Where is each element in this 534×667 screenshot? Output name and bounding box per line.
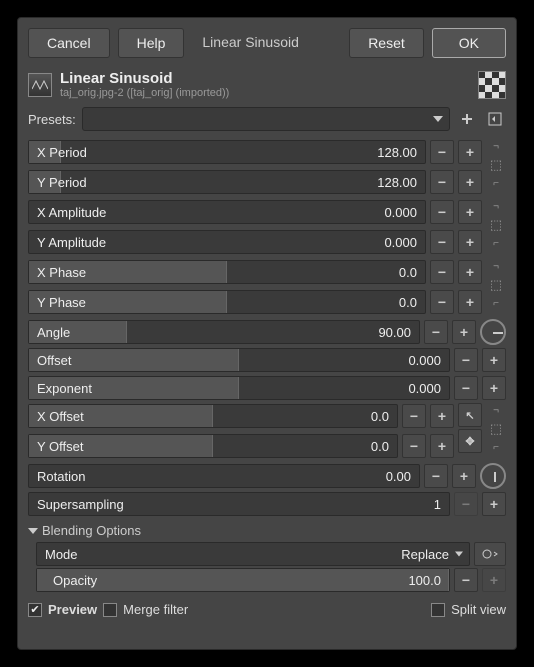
y-period-slider[interactable]: Y Period 128.00	[28, 170, 426, 194]
exponent-slider[interactable]: Exponent 0.000	[28, 376, 450, 400]
rotation-plus-button[interactable]: +	[452, 464, 476, 488]
y-period-minus-button[interactable]: −	[430, 170, 454, 194]
split-view-checkbox[interactable]	[431, 603, 445, 617]
filter-title: Linear Sinusoid	[60, 70, 229, 87]
x-offset-slider[interactable]: X Offset 0.0	[28, 404, 398, 428]
preview-thumbnail	[478, 71, 506, 99]
x-period-plus-button[interactable]: +	[458, 140, 482, 164]
target-image-label: taj_orig.jpg-2 ([taj_orig] (imported))	[60, 87, 229, 99]
exponent-plus-button[interactable]: +	[482, 376, 506, 400]
preview-checkbox[interactable]: ✔	[28, 603, 42, 617]
header: Linear Sinusoid taj_orig.jpg-2 ([taj_ori…	[28, 70, 506, 99]
presets-dropdown[interactable]	[82, 107, 450, 131]
cancel-button[interactable]: Cancel	[28, 28, 110, 58]
rotation-minus-button[interactable]: −	[424, 464, 448, 488]
help-button[interactable]: Help	[118, 28, 185, 58]
supersampling-minus-button: −	[454, 492, 478, 516]
y-amplitude-plus-button[interactable]: +	[458, 230, 482, 254]
phase-link-icon[interactable]: ¬⬚⌐	[486, 259, 506, 311]
x-amplitude-slider[interactable]: X Amplitude 0.000	[28, 200, 426, 224]
blending-section: Blending Options Mode Replace Opacity 10…	[28, 523, 506, 592]
amplitude-link-icon[interactable]: ¬⬚⌐	[486, 199, 506, 251]
y-offset-plus-button[interactable]: +	[430, 434, 454, 458]
supersampling-slider[interactable]: Supersampling 1	[28, 492, 450, 516]
presets-row: Presets:	[28, 107, 506, 131]
rotation-dial[interactable]	[480, 463, 506, 489]
offset-link-icon[interactable]: ¬⬚⌐	[486, 403, 506, 455]
x-period-minus-button[interactable]: −	[430, 140, 454, 164]
exponent-minus-button[interactable]: −	[454, 376, 478, 400]
angle-plus-button[interactable]: +	[452, 320, 476, 344]
x-amplitude-plus-button[interactable]: +	[458, 200, 482, 224]
blending-toggle[interactable]: Blending Options	[28, 523, 506, 538]
y-offset-minus-button[interactable]: −	[402, 434, 426, 458]
presets-label: Presets:	[28, 112, 76, 127]
period-link-icon[interactable]: ¬⬚⌐	[486, 139, 506, 191]
split-view-label: Split view	[451, 602, 506, 617]
add-preset-icon[interactable]	[456, 108, 478, 130]
x-amplitude-minus-button[interactable]: −	[430, 200, 454, 224]
offset-center-icon[interactable]: ✥	[458, 429, 482, 453]
x-phase-slider[interactable]: X Phase 0.0	[28, 260, 426, 284]
filter-dialog: Cancel Help Linear Sinusoid Reset OK Lin…	[17, 17, 517, 650]
offset-slider[interactable]: Offset 0.000	[28, 348, 450, 372]
angle-dial[interactable]	[480, 319, 506, 345]
x-offset-plus-button[interactable]: +	[430, 404, 454, 428]
x-offset-minus-button[interactable]: −	[402, 404, 426, 428]
y-phase-plus-button[interactable]: +	[458, 290, 482, 314]
y-amplitude-slider[interactable]: Y Amplitude 0.000	[28, 230, 426, 254]
y-offset-slider[interactable]: Y Offset 0.0	[28, 434, 398, 458]
footer: ✔ Preview Merge filter Split view	[28, 602, 506, 617]
angle-minus-button[interactable]: −	[424, 320, 448, 344]
supersampling-plus-button[interactable]: +	[482, 492, 506, 516]
opacity-slider[interactable]: Opacity 100.0	[36, 568, 450, 592]
y-period-plus-button[interactable]: +	[458, 170, 482, 194]
rotation-slider[interactable]: Rotation 0.00	[28, 464, 420, 488]
preview-label: Preview	[48, 602, 97, 617]
filter-icon	[28, 73, 52, 97]
offset-pick-icon[interactable]: ↖	[458, 403, 482, 427]
x-phase-plus-button[interactable]: +	[458, 260, 482, 284]
merge-filter-label: Merge filter	[123, 602, 188, 617]
merge-filter-checkbox[interactable]	[103, 603, 117, 617]
x-phase-minus-button[interactable]: −	[430, 260, 454, 284]
offset-plus-button[interactable]: +	[482, 348, 506, 372]
opacity-minus-button[interactable]: −	[454, 568, 478, 592]
ok-button[interactable]: OK	[432, 28, 506, 58]
header-text: Linear Sinusoid taj_orig.jpg-2 ([taj_ori…	[60, 70, 229, 99]
y-phase-slider[interactable]: Y Phase 0.0	[28, 290, 426, 314]
reset-button[interactable]: Reset	[349, 28, 424, 58]
opacity-plus-button: +	[482, 568, 506, 592]
action-bar: Cancel Help Linear Sinusoid Reset OK	[28, 28, 506, 58]
manage-presets-icon[interactable]	[484, 108, 506, 130]
y-phase-minus-button[interactable]: −	[430, 290, 454, 314]
blend-mode-reset-icon[interactable]	[474, 542, 506, 566]
angle-slider[interactable]: Angle 90.00	[28, 320, 420, 344]
y-amplitude-minus-button[interactable]: −	[430, 230, 454, 254]
x-period-slider[interactable]: X Period 128.00	[28, 140, 426, 164]
offset-minus-button[interactable]: −	[454, 348, 478, 372]
blend-mode-dropdown[interactable]: Mode Replace	[36, 542, 470, 566]
dialog-label: Linear Sinusoid	[192, 28, 341, 58]
